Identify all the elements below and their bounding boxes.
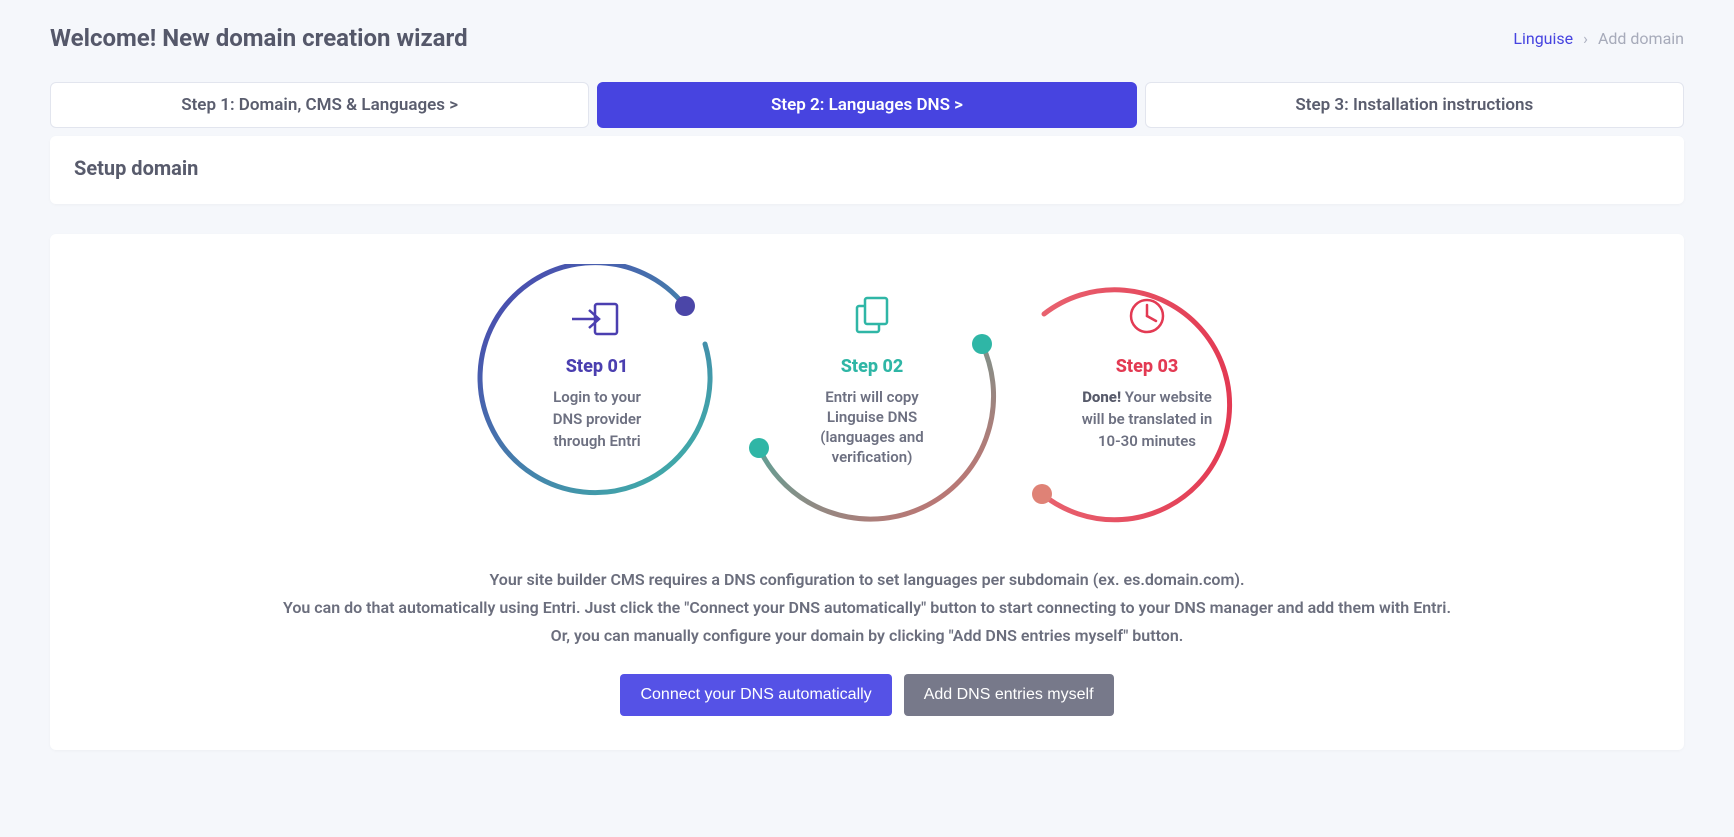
- login-icon: [572, 304, 617, 334]
- breadcrumb: Linguise › Add domain: [1513, 29, 1684, 48]
- step03-text3: 10-30 minutes: [1098, 432, 1196, 450]
- step02-label: Step 02: [841, 356, 903, 377]
- step02-text2: Linguise DNS: [827, 408, 917, 426]
- description-line-1: Your site builder CMS requires a DNS con…: [70, 568, 1664, 592]
- step01-text3: through Entri: [553, 432, 640, 450]
- steps-diagram: Step 01 Login to your DNS provider throu…: [70, 264, 1664, 544]
- add-dns-manual-button[interactable]: Add DNS entries myself: [904, 674, 1114, 716]
- wizard-steps: Step 1: Domain, CMS & Languages > Step 2…: [50, 82, 1684, 128]
- step-tab-3[interactable]: Step 3: Installation instructions: [1145, 82, 1684, 128]
- dns-setup-content: Step 01 Login to your DNS provider throu…: [50, 234, 1684, 750]
- step02-text3: (languages and: [820, 428, 923, 446]
- step02-text4: verification): [832, 448, 913, 466]
- page-title: Welcome! New domain creation wizard: [50, 24, 468, 52]
- step03-label: Step 03: [1116, 356, 1178, 377]
- step01-text2: DNS provider: [553, 410, 642, 428]
- step01-text1: Login to your: [553, 388, 641, 406]
- connect-dns-button[interactable]: Connect your DNS automatically: [620, 674, 891, 716]
- description-line-2: You can do that automatically using Entr…: [70, 596, 1664, 620]
- copy-icon: [857, 298, 887, 332]
- chevron-right-icon: ›: [1583, 29, 1588, 48]
- step-tab-1[interactable]: Step 1: Domain, CMS & Languages >: [50, 82, 589, 128]
- breadcrumb-current: Add domain: [1598, 29, 1684, 48]
- step03-text2: will be translated in: [1082, 410, 1213, 428]
- setup-domain-panel: Setup domain: [50, 136, 1684, 204]
- breadcrumb-root-link[interactable]: Linguise: [1513, 29, 1573, 48]
- step01-label: Step 01: [566, 356, 628, 377]
- step03-text1: Done! Your website: [1082, 388, 1212, 406]
- step-tab-2[interactable]: Step 2: Languages DNS >: [597, 82, 1136, 128]
- step02-text1: Entri will copy: [825, 388, 919, 406]
- clock-icon: [1131, 300, 1163, 332]
- description-line-3: Or, you can manually configure your doma…: [70, 624, 1664, 648]
- panel-title: Setup domain: [74, 156, 1660, 180]
